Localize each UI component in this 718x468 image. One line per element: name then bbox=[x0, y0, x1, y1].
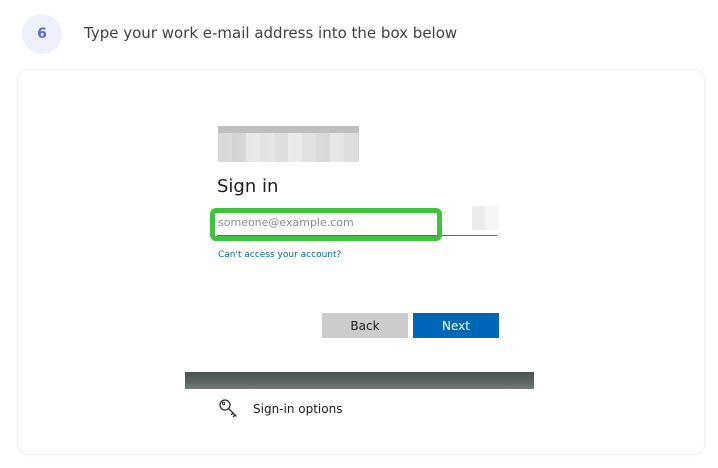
email-input[interactable] bbox=[217, 210, 497, 236]
cant-access-account-link[interactable]: Can't access your account? bbox=[218, 250, 341, 260]
sign-in-title: Sign in bbox=[217, 176, 279, 197]
background-strip bbox=[185, 372, 534, 389]
next-button[interactable]: Next bbox=[413, 313, 499, 338]
back-button[interactable]: Back bbox=[322, 313, 408, 338]
sign-in-options[interactable]: Sign-in options bbox=[218, 396, 518, 422]
sign-in-window: Sign in Can't access your account? Back … bbox=[185, 104, 534, 434]
blurred-region bbox=[472, 206, 499, 230]
blurred-logo bbox=[218, 126, 359, 162]
step-number-badge: 6 bbox=[22, 14, 62, 54]
key-icon bbox=[219, 399, 237, 418]
sign-in-options-label: Sign-in options bbox=[253, 402, 343, 416]
step-instruction: Type your work e-mail address into the b… bbox=[84, 24, 458, 42]
step-header: 6 Type your work e-mail address into the… bbox=[0, 0, 718, 66]
